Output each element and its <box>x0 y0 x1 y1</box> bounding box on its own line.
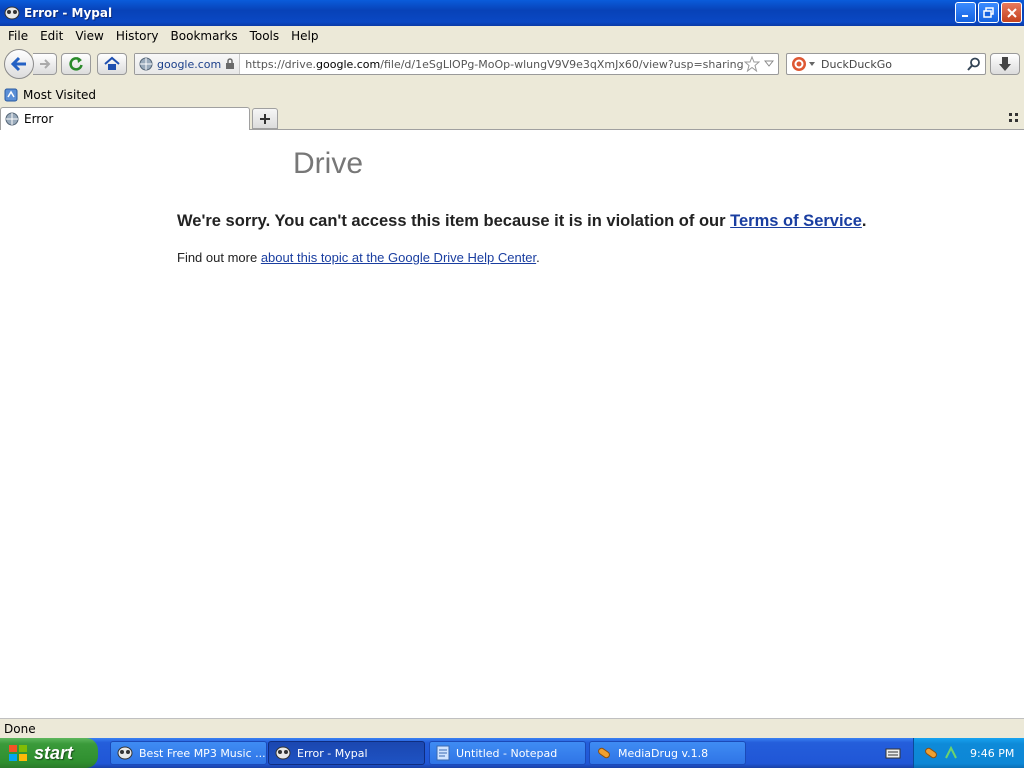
downloads-button[interactable] <box>990 53 1020 75</box>
forward-button[interactable] <box>33 53 57 75</box>
error-text-end: . <box>861 212 867 230</box>
clock[interactable]: 9:46 PM <box>970 747 1014 760</box>
tab-error[interactable]: Error <box>0 107 250 130</box>
help-center-link[interactable]: about this topic at the Google Drive Hel… <box>261 250 536 265</box>
menu-tools[interactable]: Tools <box>244 29 286 43</box>
error-text: We're sorry. You can't access this item … <box>177 212 731 230</box>
terms-of-service-link[interactable]: Terms of Service <box>730 212 862 230</box>
minimize-button[interactable] <box>955 2 976 23</box>
error-message: We're sorry. You can't access this item … <box>177 212 867 231</box>
findout-text: Find out more <box>177 250 261 265</box>
title-bar[interactable]: Error - Mypal <box>0 0 1024 26</box>
close-icon <box>1006 7 1017 18</box>
navigation-toolbar: google.com https://drive.google.com/file… <box>0 46 1024 82</box>
help-message: Find out more about this topic at the Go… <box>177 250 540 265</box>
globe-icon <box>5 112 19 126</box>
reload-icon <box>69 57 83 71</box>
findout-end: . <box>536 250 540 265</box>
page-content: Drive We're sorry. You can't access this… <box>0 130 1024 718</box>
pill-icon <box>598 747 610 759</box>
site-host: google.com <box>157 57 222 71</box>
taskbar-item-label: Untitled - Notepad <box>456 746 558 760</box>
mypal-app-icon <box>117 746 133 760</box>
system-tray: 9:46 PM <box>913 738 1024 768</box>
download-arrow-icon <box>999 57 1011 71</box>
pill-icon[interactable] <box>924 746 938 760</box>
menu-file[interactable]: File <box>2 29 34 43</box>
taskbar-item-label: Error - Mypal <box>297 746 368 760</box>
url-dropdown-icon[interactable] <box>764 60 774 68</box>
home-icon <box>104 56 120 70</box>
mypal-app-icon <box>275 746 291 760</box>
search-bar[interactable]: DuckDuckGo <box>786 53 986 75</box>
chevron-down-icon <box>809 62 815 66</box>
taskbar-item-mp3[interactable]: Best Free MP3 Music ... <box>110 741 267 765</box>
notepad-icon <box>436 745 450 761</box>
bookmark-star-icon[interactable] <box>744 56 760 72</box>
url-domain: google.com <box>316 57 381 71</box>
taskbar: start Best Free MP3 Music ... Error - My… <box>0 738 1024 768</box>
url-prefix: https://drive. <box>245 57 317 71</box>
duckduckgo-icon <box>792 57 806 71</box>
search-input[interactable]: DuckDuckGo <box>819 58 967 71</box>
globe-icon <box>139 57 153 71</box>
start-button[interactable]: start <box>0 738 98 768</box>
close-button[interactable] <box>1001 2 1022 23</box>
restore-button[interactable] <box>978 2 999 23</box>
home-button[interactable] <box>97 53 127 75</box>
menu-help[interactable]: Help <box>285 29 324 43</box>
menu-view[interactable]: View <box>69 29 109 43</box>
windows-logo-icon <box>9 745 27 761</box>
status-bar: Done <box>0 718 1024 738</box>
search-engine-selector[interactable] <box>787 56 819 72</box>
menu-history[interactable]: History <box>110 29 165 43</box>
most-visited-icon <box>4 88 18 102</box>
most-visited-bookmark[interactable]: Most Visited <box>23 88 96 102</box>
url-text[interactable]: https://drive.google.com/file/d/1eSgLlOP… <box>240 58 744 71</box>
plus-icon <box>260 113 270 124</box>
taskbar-item-label: MediaDrug v.1.8 <box>618 746 709 760</box>
minimize-icon <box>961 14 968 17</box>
restore-icon <box>982 6 994 18</box>
taskbar-item-notepad[interactable]: Untitled - Notepad <box>429 741 586 765</box>
back-arrow-icon <box>10 56 26 72</box>
window-title: Error - Mypal <box>24 6 113 20</box>
search-icon[interactable] <box>967 57 981 71</box>
url-path: /file/d/1eSgLlOPg-MoOp-wlungV9V9e3qXmJx6… <box>380 57 744 71</box>
reload-button[interactable] <box>61 53 91 75</box>
lock-icon <box>226 58 235 69</box>
keyboard-icon[interactable] <box>885 746 901 760</box>
network-icon[interactable] <box>944 746 958 760</box>
taskbar-item-mediadrug[interactable]: MediaDrug v.1.8 <box>589 741 746 765</box>
drive-logo: Drive <box>293 147 364 180</box>
site-identity-button[interactable]: google.com <box>135 54 241 74</box>
start-label: start <box>34 742 74 763</box>
menu-bar: File Edit View History Bookmarks Tools H… <box>0 26 1024 46</box>
taskbar-item-mypal[interactable]: Error - Mypal <box>268 741 425 765</box>
taskbar-item-label: Best Free MP3 Music ... <box>139 746 266 760</box>
list-all-tabs-icon[interactable] <box>1008 112 1020 124</box>
menu-bookmarks[interactable]: Bookmarks <box>165 29 244 43</box>
tab-label: Error <box>24 112 54 126</box>
back-button[interactable] <box>4 49 34 79</box>
url-bar[interactable]: google.com https://drive.google.com/file… <box>134 53 779 75</box>
menu-edit[interactable]: Edit <box>34 29 69 43</box>
new-tab-button[interactable] <box>252 108 278 129</box>
mypal-app-icon <box>4 5 20 21</box>
status-text: Done <box>4 721 36 736</box>
forward-arrow-icon <box>39 59 50 69</box>
tab-strip: Error <box>0 106 1024 130</box>
bookmarks-toolbar: Most Visited <box>0 84 1024 106</box>
